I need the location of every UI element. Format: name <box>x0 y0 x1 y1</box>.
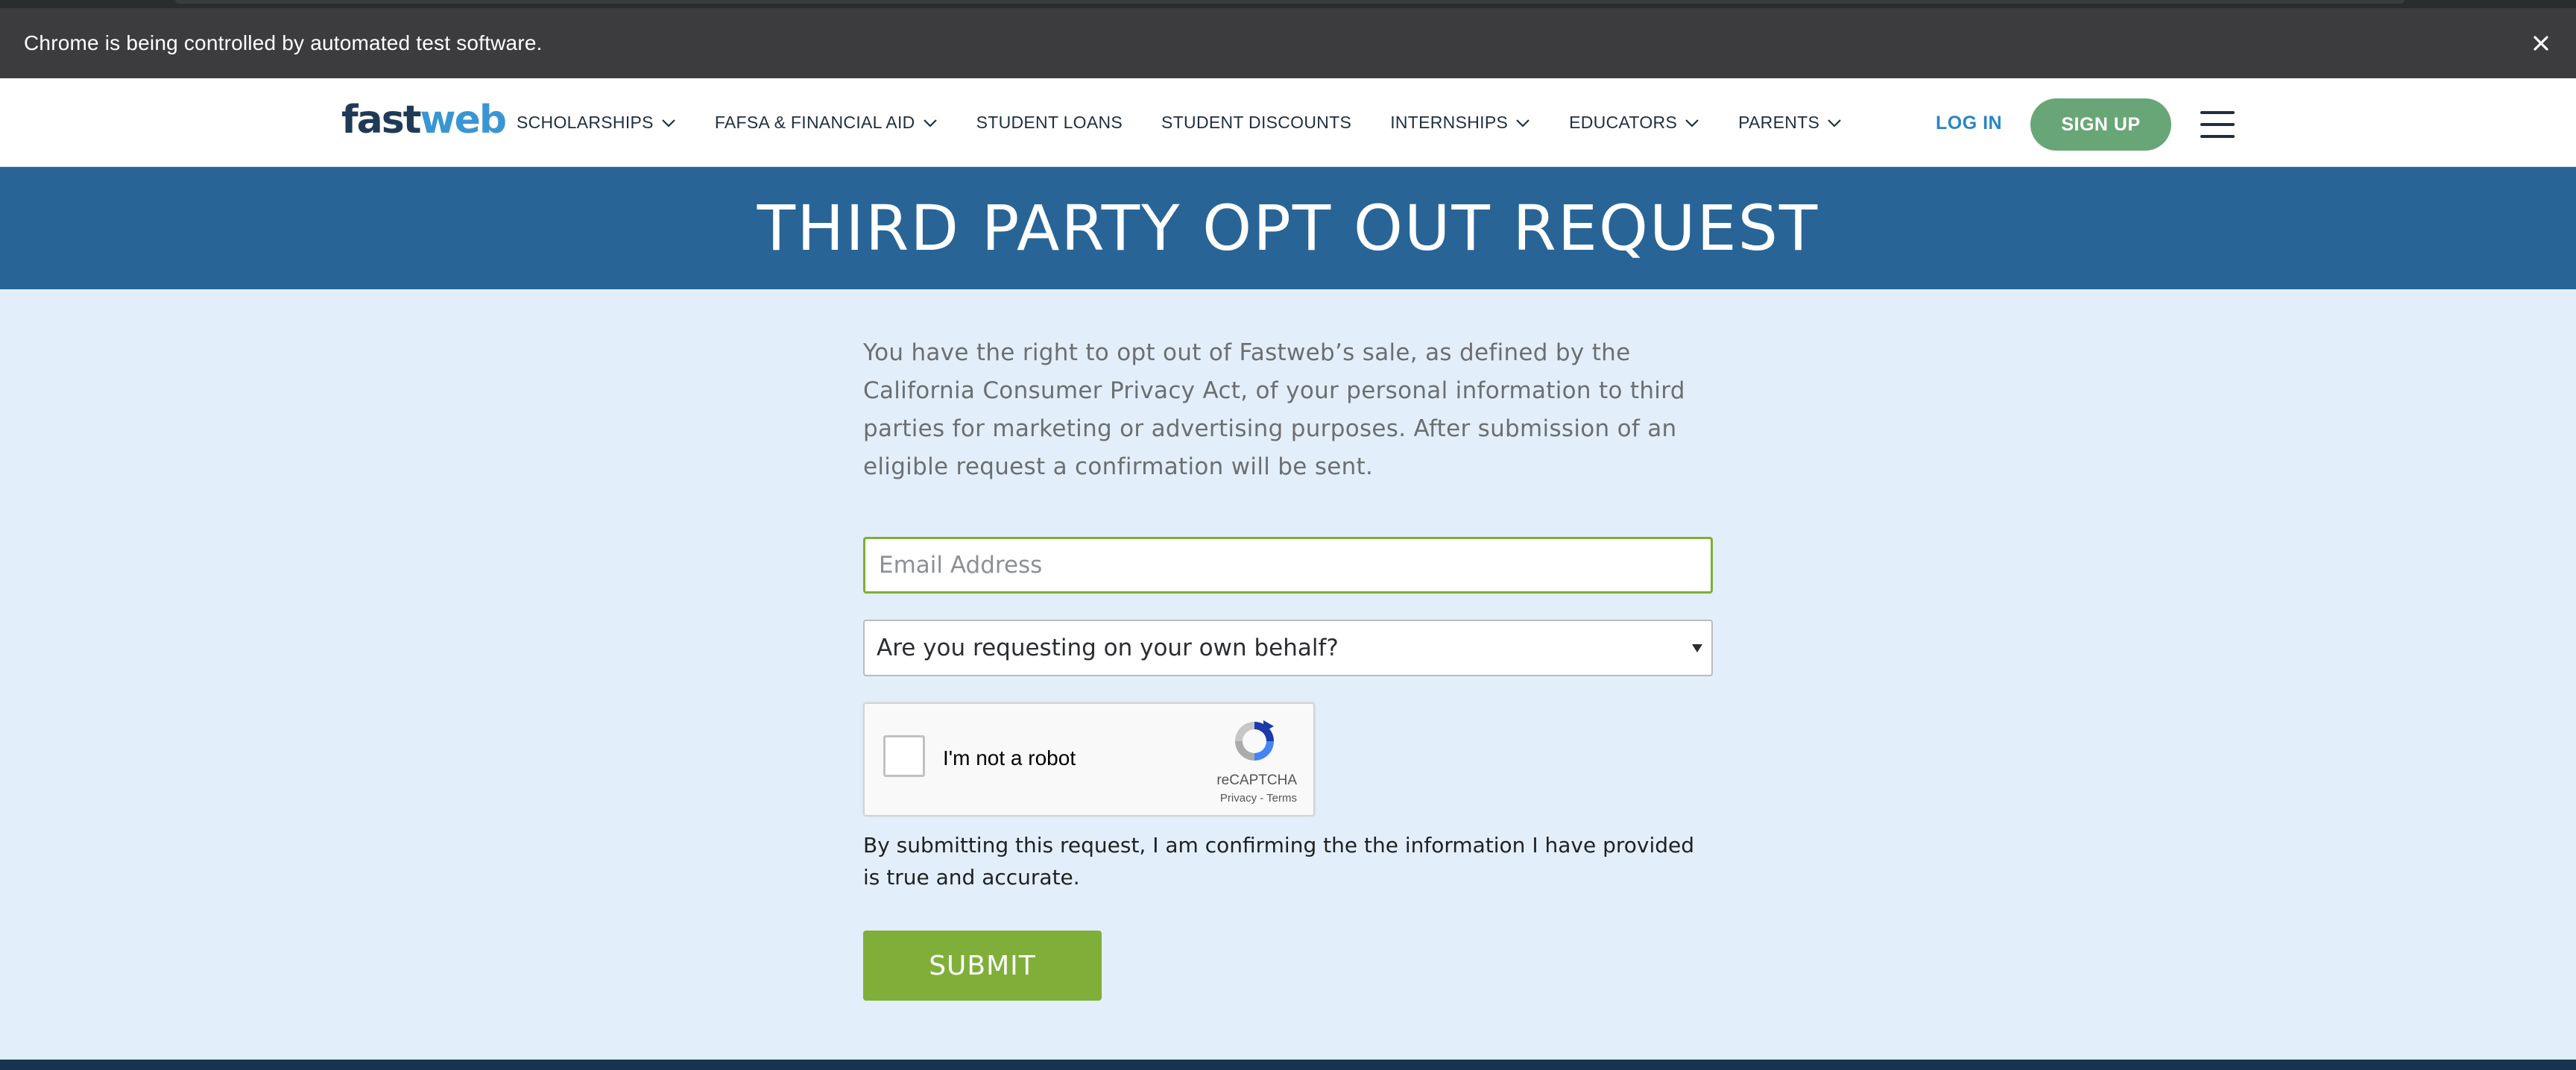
recaptcha-terms-link[interactable]: Terms <box>1266 792 1297 805</box>
recaptcha-logo-icon <box>1235 720 1274 761</box>
login-link[interactable]: LOG IN <box>1936 113 2002 134</box>
behalf-select-value: Are you requesting on your own behalf? <box>877 635 1339 661</box>
signup-button[interactable]: SIGN UP <box>2030 98 2171 151</box>
chevron-down-icon <box>1828 119 1841 128</box>
email-field[interactable] <box>863 537 1713 594</box>
recaptcha-privacy-link[interactable]: Privacy <box>1220 792 1257 805</box>
intro-paragraph: You have the right to opt out of Fastweb… <box>863 339 1685 480</box>
nav-label: STUDENT DISCOUNTS <box>1161 113 1352 132</box>
chevron-down-icon <box>662 119 675 128</box>
fastweb-logo[interactable]: fastweb <box>341 98 508 142</box>
browser-tab-strip-edge <box>175 0 2405 4</box>
nav-parents[interactable]: PARENTS <box>1738 113 1842 133</box>
nav-educators[interactable]: EDUCATORS <box>1569 113 1699 133</box>
nav-internships[interactable]: INTERNSHIPS <box>1390 113 1530 133</box>
nav-label: PARENTS <box>1738 113 1820 132</box>
footer-edge <box>0 1060 2576 1070</box>
nav-scholarships[interactable]: SCHOLARSHIPS <box>517 113 676 133</box>
nav-label: STUDENT LOANS <box>976 113 1123 132</box>
site-header: fastweb SCHOLARSHIPS FAFSA & FINANCIAL A… <box>0 78 2576 167</box>
recaptcha-links-separator: - <box>1257 792 1267 805</box>
nav-label: SCHOLARSHIPS <box>517 113 654 132</box>
chevron-down-icon <box>923 119 937 128</box>
chevron-down-icon <box>1685 119 1699 128</box>
chevron-down-icon <box>1516 119 1530 128</box>
recaptcha-checkbox[interactable] <box>883 735 925 777</box>
recaptcha-label: I'm not a robot <box>943 746 1076 770</box>
nav-label: FAFSA & FINANCIAL AID <box>714 113 915 132</box>
recaptcha-brand: reCAPTCHA <box>1216 772 1297 788</box>
infobar-message: Chrome is being controlled by automated … <box>24 31 543 54</box>
page-title: THIRD PARTY OPT OUT REQUEST <box>757 192 1819 265</box>
logo-part-web: web <box>420 98 508 142</box>
dropdown-caret-icon <box>1692 644 1702 652</box>
main-nav: SCHOLARSHIPS FAFSA & FINANCIAL AID STUDE… <box>517 78 1842 167</box>
confirmation-statement: By submitting this request, I am confirm… <box>863 833 1695 890</box>
close-icon[interactable] <box>2528 31 2554 56</box>
hamburger-menu-icon[interactable] <box>2200 111 2235 138</box>
browser-tab-strip <box>0 0 2576 8</box>
logo-part-fast: fast <box>341 98 422 142</box>
opt-out-form: You have the right to opt out of Fastweb… <box>863 334 1713 1001</box>
nav-label: INTERNSHIPS <box>1390 113 1509 132</box>
nav-label: EDUCATORS <box>1569 113 1678 132</box>
automation-infobar: Chrome is being controlled by automated … <box>0 8 2576 78</box>
nav-fafsa-financial-aid[interactable]: FAFSA & FINANCIAL AID <box>715 113 938 133</box>
page-title-band: THIRD PARTY OPT OUT REQUEST <box>0 167 2576 289</box>
nav-student-discounts[interactable]: STUDENT DISCOUNTS <box>1161 113 1351 133</box>
behalf-select[interactable]: Are you requesting on your own behalf? <box>863 620 1713 676</box>
recaptcha-links: Privacy - Terms <box>1220 792 1297 805</box>
nav-student-loans[interactable]: STUDENT LOANS <box>976 113 1123 133</box>
submit-button[interactable]: SUBMIT <box>863 931 1102 1001</box>
recaptcha-widget: I'm not a robot reCAPTCHA Privacy - Term… <box>863 702 1315 816</box>
